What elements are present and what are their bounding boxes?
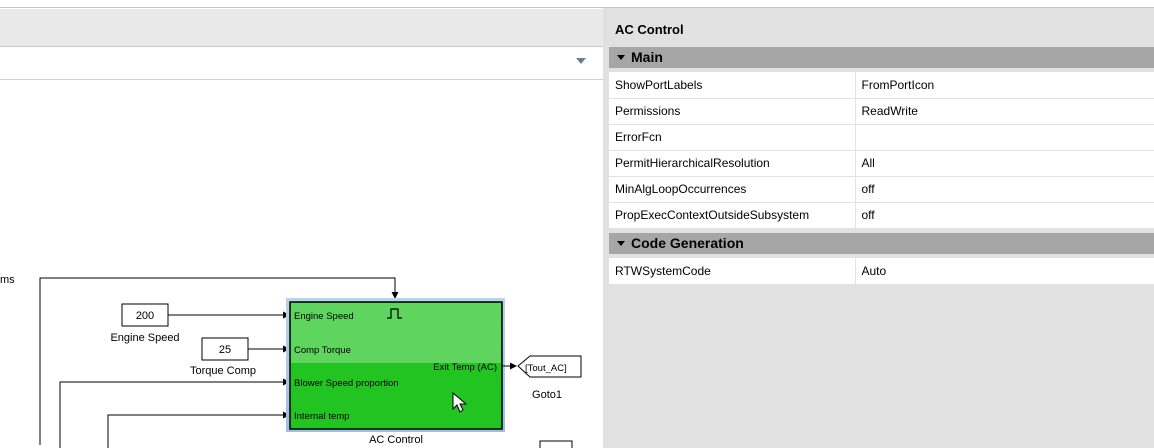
ac-control-subsystem[interactable]: Engine Speed Comp Torque Blower Speed pr… bbox=[286, 298, 505, 432]
property-value[interactable]: All bbox=[855, 150, 1154, 177]
model-canvas-pane[interactable]: ms 200 Engine Speed 25 Torque Comp Engin… bbox=[0, 0, 603, 448]
output-port-exit-temp: Exit Temp (AC) bbox=[433, 362, 497, 373]
input-port-comp-torque: Comp Torque bbox=[294, 345, 351, 356]
property-key: RTWSystemCode bbox=[609, 258, 856, 285]
property-key: ErrorFcn bbox=[609, 124, 856, 151]
input-port-internal-temp: Internal temp bbox=[294, 411, 349, 422]
property-row[interactable]: RTWSystemCode Auto bbox=[609, 258, 1154, 285]
constant-value-25: 25 bbox=[219, 344, 231, 356]
section-label-main: Main bbox=[631, 49, 663, 65]
constant-caption-torque-comp: Torque Comp bbox=[190, 365, 256, 377]
property-row[interactable]: ShowPortLabels FromPortIcon bbox=[609, 72, 1154, 99]
property-value[interactable]: FromPortIcon bbox=[855, 72, 1154, 99]
block-diagram[interactable]: ms 200 Engine Speed 25 Torque Comp Engin… bbox=[0, 0, 603, 448]
property-value[interactable]: off bbox=[855, 202, 1154, 229]
goto-tag: [Tout_AC] bbox=[525, 363, 567, 374]
property-value[interactable] bbox=[855, 124, 1154, 151]
property-value[interactable]: Auto bbox=[855, 258, 1154, 285]
partial-block[interactable] bbox=[539, 440, 573, 448]
property-row[interactable]: ErrorFcn bbox=[609, 124, 1154, 151]
property-value[interactable]: off bbox=[855, 176, 1154, 203]
inspector-top-strip bbox=[603, 0, 1154, 8]
property-row[interactable]: PermitHierarchicalResolution All bbox=[609, 150, 1154, 177]
collapse-triangle-icon[interactable] bbox=[617, 54, 625, 60]
goto-caption: Goto1 bbox=[532, 389, 562, 401]
property-row[interactable]: PropExecContextOutsideSubsystem off bbox=[609, 202, 1154, 229]
property-row[interactable]: MinAlgLoopOccurrences off bbox=[609, 176, 1154, 203]
property-key: ShowPortLabels bbox=[609, 72, 856, 99]
property-key: MinAlgLoopOccurrences bbox=[609, 176, 856, 203]
section-header-main[interactable]: Main bbox=[609, 47, 1154, 68]
property-key: PropExecContextOutsideSubsystem bbox=[609, 202, 856, 229]
property-key: Permissions bbox=[609, 98, 856, 125]
inspector-title: AC Control bbox=[615, 22, 684, 37]
property-row[interactable]: Permissions ReadWrite bbox=[609, 98, 1154, 125]
constant-block-200[interactable]: 200 bbox=[121, 303, 169, 327]
section-header-code-generation[interactable]: Code Generation bbox=[609, 233, 1154, 254]
constant-value-200: 200 bbox=[136, 310, 154, 322]
signal-line-internal-temp[interactable] bbox=[107, 411, 290, 448]
collapse-triangle-icon[interactable] bbox=[617, 240, 625, 246]
section-label-code-generation: Code Generation bbox=[631, 235, 744, 251]
property-value[interactable]: ReadWrite bbox=[855, 98, 1154, 125]
property-key: PermitHierarchicalResolution bbox=[609, 150, 856, 177]
constant-caption-engine-speed: Engine Speed bbox=[110, 332, 179, 344]
subsystem-caption: AC Control bbox=[369, 434, 423, 446]
partial-signal-label: ms bbox=[0, 274, 15, 286]
property-table-main: ShowPortLabels FromPortIcon Permissions Re… bbox=[609, 72, 1154, 229]
constant-block-25[interactable]: 25 bbox=[201, 337, 249, 361]
input-port-blower-speed: Blower Speed proportion bbox=[294, 378, 399, 389]
input-port-engine-speed: Engine Speed bbox=[294, 311, 354, 322]
property-inspector: AC Control Main ShowPortLabels FromPortIc… bbox=[603, 0, 1154, 448]
goto-block[interactable]: [Tout_AC] bbox=[517, 355, 582, 378]
property-table-code-generation: RTWSystemCode Auto bbox=[609, 258, 1154, 285]
